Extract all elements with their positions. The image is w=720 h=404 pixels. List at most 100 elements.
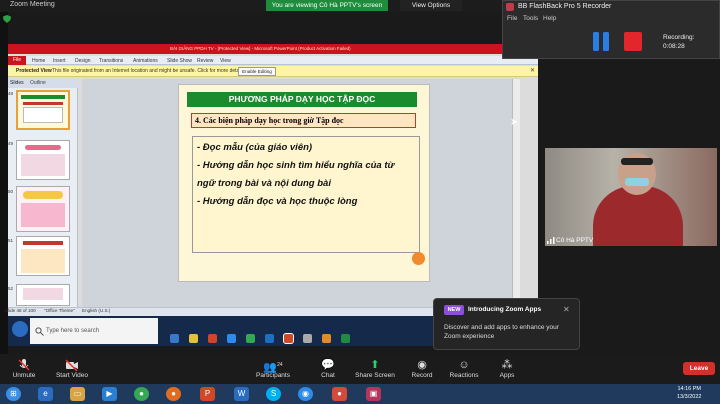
share-screen-button[interactable]: ⬆ Share Screen — [354, 358, 396, 379]
tab-animations[interactable]: Animations — [133, 58, 158, 64]
thumb-number: 48 — [8, 91, 14, 96]
participant-video[interactable] — [545, 148, 717, 246]
participant-count: 24 — [277, 362, 283, 368]
app-icon[interactable] — [303, 334, 312, 343]
reactions-button[interactable]: ☺ Reactions — [446, 358, 482, 379]
pause-icon[interactable] — [592, 32, 610, 51]
recording-label: Recording: — [663, 34, 695, 41]
reactions-icon: ☺ — [458, 359, 470, 371]
thumb-number: 50 — [8, 189, 14, 194]
leave-button[interactable]: Leave — [683, 362, 715, 375]
clock-time: 14:16 PM — [677, 386, 701, 392]
firefox-icon[interactable] — [322, 334, 331, 343]
taskbar-search-input[interactable]: Type here to search — [30, 318, 158, 344]
vertical-scrollbar[interactable] — [512, 79, 520, 307]
chrome-icon[interactable]: ● — [134, 387, 149, 401]
tab-outline[interactable]: Outline — [30, 80, 46, 86]
word-icon[interactable]: W — [234, 387, 249, 401]
slide-bullet: - Hướng dẫn đọc và học thuộc lòng — [197, 196, 358, 207]
slide-thumbnail[interactable] — [16, 90, 70, 130]
start-icon[interactable] — [12, 321, 28, 337]
enable-editing-button[interactable]: Enable Editing — [238, 67, 276, 76]
thumb-number: 49 — [8, 141, 14, 146]
clock-date: 13/3/2022 — [677, 394, 702, 400]
signal-icon — [547, 237, 555, 244]
view-options-button[interactable]: View Options — [400, 0, 462, 11]
skype-icon[interactable]: S — [266, 387, 281, 401]
status-slide-count: Slide 48 of 100 — [5, 308, 36, 313]
powerpoint-icon[interactable] — [283, 333, 294, 344]
stop-icon[interactable] — [624, 32, 642, 51]
system-clock: 14:16 PM 13/3/2022 — [677, 385, 701, 401]
tab-review[interactable]: Review — [197, 58, 213, 64]
folder-icon[interactable] — [189, 334, 198, 343]
apps-icon: ⁂ — [501, 359, 513, 371]
zoom-app-icon[interactable] — [227, 334, 236, 343]
record-icon: ◉ — [417, 359, 427, 371]
folder-icon[interactable]: ▭ — [70, 387, 85, 401]
media-player-icon[interactable]: ▶ — [102, 387, 117, 401]
powerpoint-icon[interactable]: P — [200, 387, 215, 401]
status-language: English (U.S.) — [82, 308, 111, 313]
chrome-icon[interactable] — [246, 334, 255, 343]
zoom-window-title: Zoom Meeting — [10, 1, 55, 8]
reactions-label: Reactions — [449, 372, 479, 379]
office-icon[interactable] — [208, 334, 217, 343]
slide-thumbnail[interactable] — [16, 186, 70, 232]
orange-circle-decoration — [412, 252, 425, 265]
participants-button[interactable]: 👥24 Participants — [252, 358, 294, 379]
protected-view-message[interactable]: This file originated from an Internet lo… — [52, 68, 245, 74]
tab-design[interactable]: Design — [75, 58, 91, 64]
chat-icon: 💬 — [321, 359, 335, 371]
thumb-number: 51 — [8, 238, 14, 243]
firefox-icon[interactable]: ● — [166, 387, 181, 401]
tab-home[interactable]: Home — [32, 58, 45, 64]
slide-thumbnail[interactable] — [16, 284, 70, 306]
flashback-taskbar-icon[interactable]: ▣ — [366, 387, 381, 401]
ie-icon[interactable]: e — [38, 387, 53, 401]
tab-view[interactable]: View — [220, 58, 231, 64]
recorder-taskbar-icon[interactable]: ● — [332, 387, 347, 401]
apps-button[interactable]: ⁂ Apps — [494, 358, 520, 379]
zoom-taskbar-icon[interactable]: ◉ — [298, 387, 313, 401]
close-icon[interactable]: ✕ — [530, 67, 535, 74]
new-badge: NEW — [444, 305, 464, 315]
slide-thumbnail[interactable] — [16, 140, 70, 180]
excel-icon[interactable] — [341, 334, 350, 343]
start-button[interactable]: ⊞ — [6, 387, 21, 401]
zoom-left-strip — [0, 12, 8, 354]
slide-bullet: - Đọc mẫu (của giáo viên) — [197, 142, 313, 153]
recording-time: 0:08:28 — [663, 43, 685, 50]
unmute-label: Unmute — [12, 372, 36, 379]
unmute-button[interactable]: Unmute — [6, 358, 42, 379]
tab-transitions[interactable]: Transitions — [99, 58, 123, 64]
start-video-label: Start Video — [55, 372, 89, 379]
record-label: Record — [411, 372, 433, 379]
slide-content-box — [192, 136, 420, 253]
close-icon[interactable]: ✕ — [563, 305, 570, 314]
menu-help[interactable]: Help — [543, 15, 556, 22]
start-video-button[interactable]: Start Video — [52, 358, 92, 379]
search-icon — [35, 327, 44, 336]
thumb-number: 52 — [8, 286, 14, 291]
slide-subtitle: 4. Các biện pháp dạy học trong giờ Tập đ… — [191, 113, 416, 128]
tab-insert[interactable]: Insert — [53, 58, 66, 64]
file-tab[interactable]: File — [8, 56, 26, 65]
participants-icon: 👥24 — [263, 361, 283, 374]
record-button[interactable]: ◉ Record — [407, 358, 437, 379]
chat-button[interactable]: 💬 Chat — [313, 358, 343, 379]
chat-label: Chat — [321, 372, 335, 379]
participant-name: Cô Hà PPTV — [556, 237, 594, 244]
popup-title: Introducing Zoom Apps — [468, 306, 542, 313]
popup-text: Discover and add apps to enhance your Zo… — [444, 324, 559, 340]
edge-icon[interactable] — [170, 334, 179, 343]
menu-file[interactable]: File — [507, 15, 517, 22]
word-icon[interactable] — [265, 334, 274, 343]
menu-tools[interactable]: Tools — [523, 15, 538, 22]
tab-slide-show[interactable]: Slide Show — [167, 58, 192, 64]
slide-thumbnail[interactable] — [16, 236, 70, 276]
screen-share-banner: You are viewing Cô Hà PPTV's screen — [266, 0, 388, 11]
status-theme: "Office Theme" — [44, 308, 75, 313]
tab-slides[interactable]: Slides — [10, 80, 24, 86]
share-screen-icon: ⬆ — [370, 359, 380, 371]
